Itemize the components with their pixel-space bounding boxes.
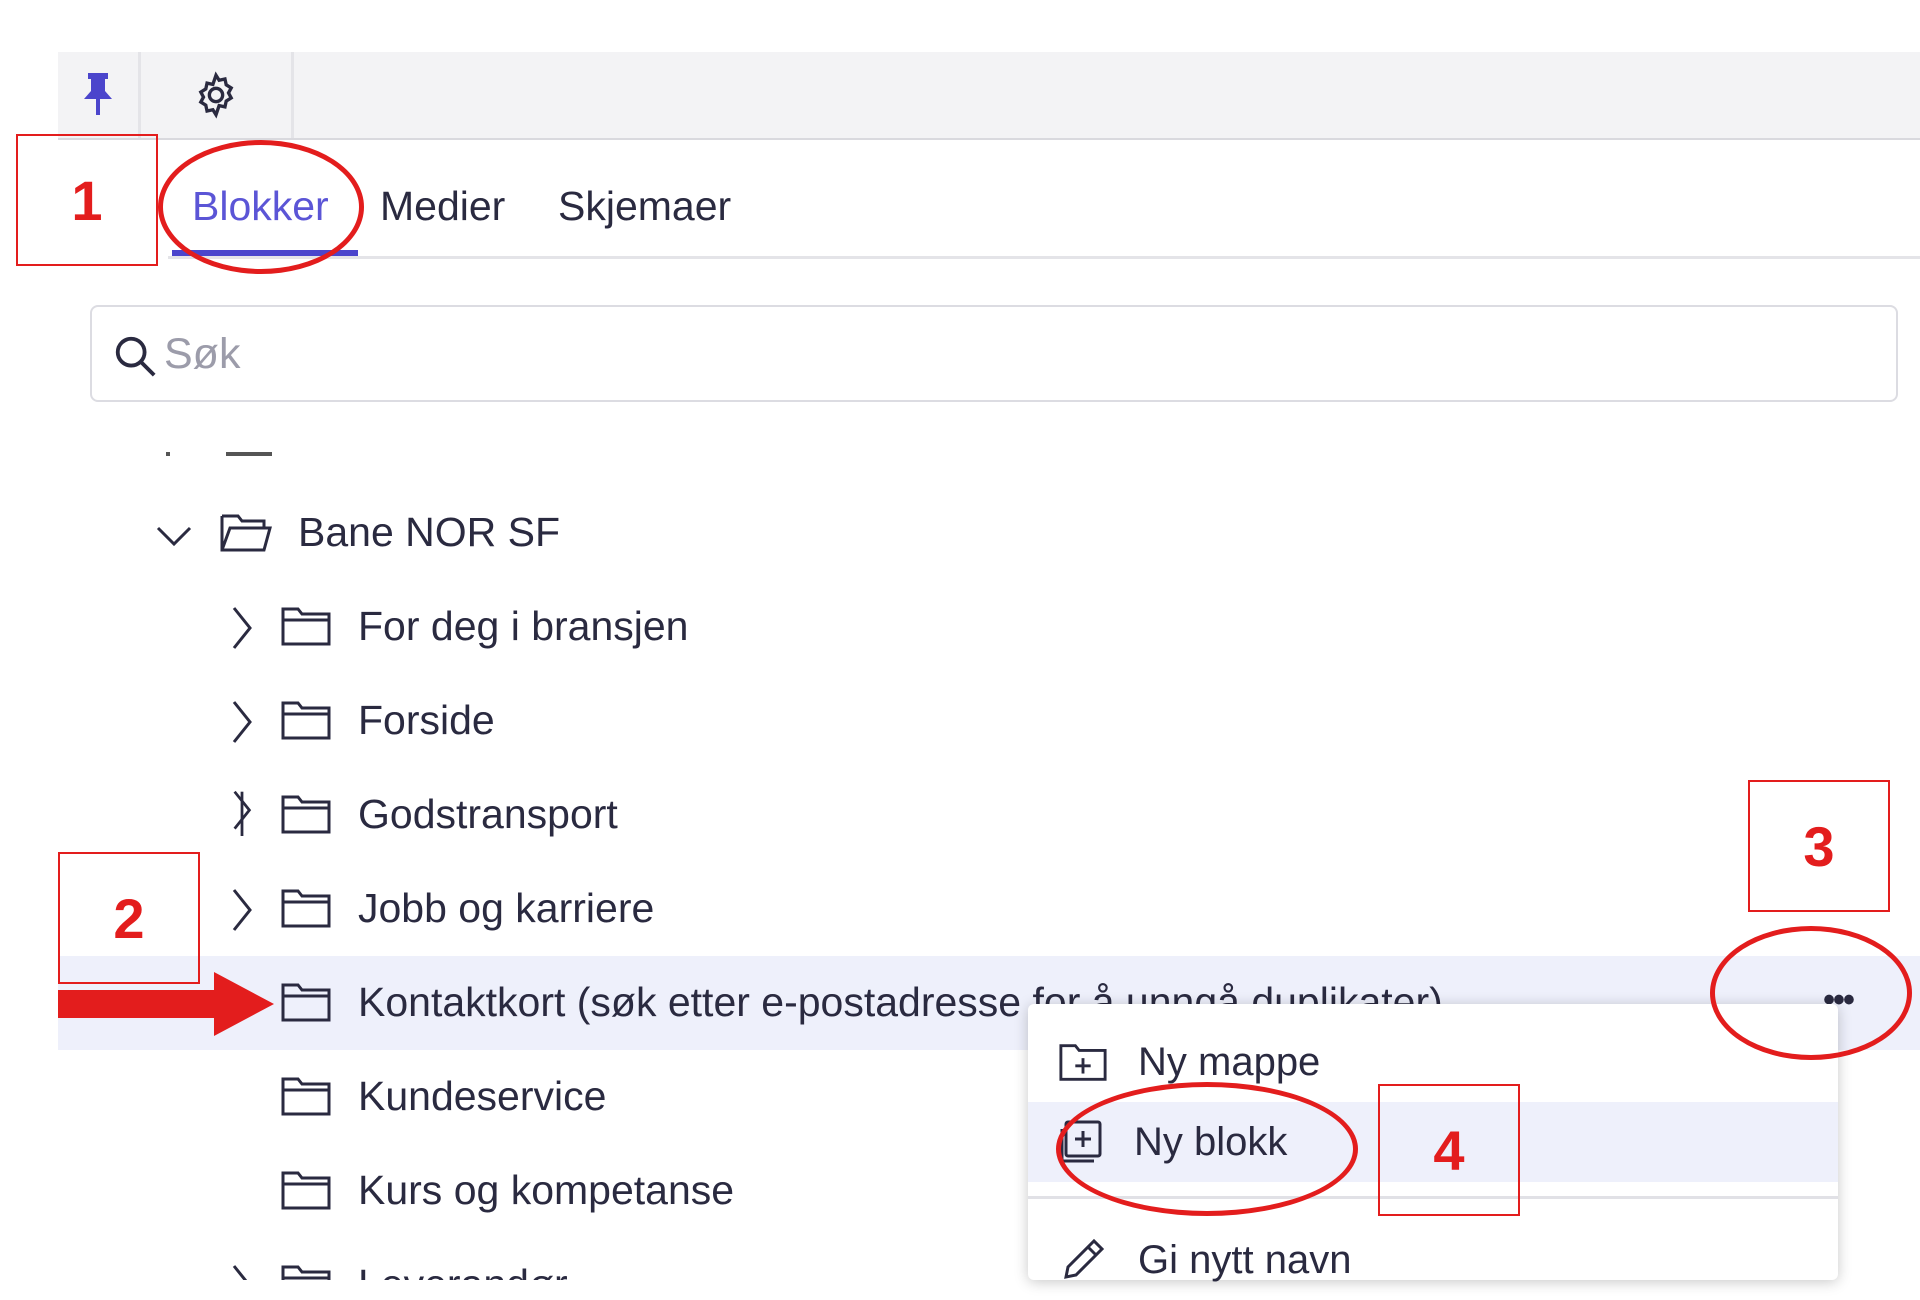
folder-icon [281,795,331,834]
tree-node-label: For deg i bransjen [358,603,689,649]
settings-button[interactable] [141,52,291,138]
menu-item-label: Ny mappe [1138,1039,1321,1084]
tabs-divider [168,256,1920,259]
chevron-down-icon[interactable] [154,510,194,558]
tree-node-label: Bane NOR SF [298,509,561,555]
annotation-arrow [58,972,274,1036]
tab-skjemaer[interactable]: Skjemaer [558,176,731,236]
tree-node-for-deg-i-bransjen[interactable]: For deg i bransjen [58,580,1920,674]
chevron-right-icon[interactable] [222,698,262,746]
annotation-step-4: 4 [1378,1084,1520,1216]
annotation-ellipse-more [1710,926,1912,1060]
tree-node-jobb-og-karriere[interactable]: Jobb og karriere [58,862,1920,956]
folder-icon [281,1077,331,1116]
search-icon [115,336,156,377]
tree-node-bane-nor-sf[interactable]: Bane NOR SF [58,486,1920,580]
menu-item-label: Gi nytt navn [1138,1237,1352,1282]
search-box [90,305,1898,402]
chevron-right-icon[interactable] [222,886,262,934]
toolbar-divider [291,52,294,138]
gear-icon [198,71,234,119]
annotation-step-2: 2 [58,852,200,984]
tab-medier[interactable]: Medier [380,176,505,236]
search-input[interactable] [164,319,1864,389]
tree-node-label: Kundeservice [358,1073,607,1119]
tree-node-label: Forside [358,697,495,743]
tree-scroll-fragment [226,452,272,456]
pin-icon [84,73,112,115]
folder-icon [281,983,331,1022]
folder-plus-icon [1059,1044,1107,1081]
tree-node-label: Kurs og kompetanse [358,1167,735,1213]
tree-scroll-fragment [166,452,170,456]
tree-node-forside[interactable]: Forside [58,674,1920,768]
folder-open-icon [220,514,272,552]
chevron-right-icon[interactable] [222,604,262,652]
annotation-step-1: 1 [16,134,158,266]
tree-node-label: Jobb og karriere [358,885,655,931]
top-toolbar [58,52,1920,140]
menu-item-gi-nytt-navn[interactable]: Gi nytt navn [1028,1220,1838,1300]
folder-icon [281,701,331,740]
annotation-ellipse-ny-blokk [1056,1082,1358,1216]
tree-node-godstransport[interactable]: Godstransport [58,768,1920,862]
folder-icon [281,889,331,928]
chevron-right-icon[interactable] [222,788,262,836]
pin-button[interactable] [58,52,138,138]
pencil-icon [1064,1238,1105,1279]
folder-icon [281,1265,331,1280]
tree-node-label: Leverandør [358,1254,568,1280]
folder-icon [281,1171,331,1210]
folder-icon [281,607,331,646]
tree-node-label: Godstransport [358,791,618,837]
annotation-step-3: 3 [1748,780,1890,912]
chevron-right-icon[interactable] [222,1262,262,1280]
annotation-ellipse-tab [158,140,364,274]
